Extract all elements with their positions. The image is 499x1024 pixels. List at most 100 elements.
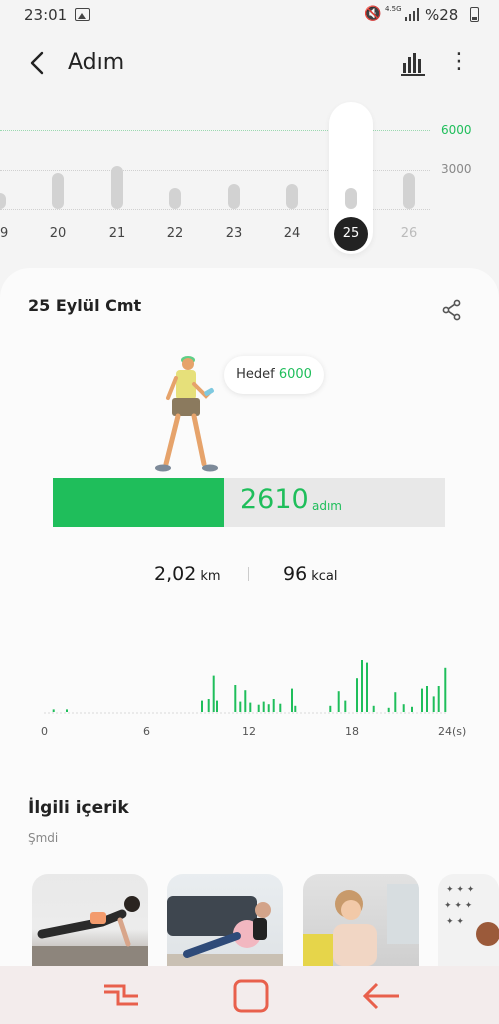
goal-value: 6000 — [278, 367, 312, 382]
hourly-bar — [294, 705, 297, 712]
calories: 96 kcal — [283, 563, 337, 585]
hourly-bar — [402, 704, 405, 712]
hour-tick-label: 12 — [242, 725, 256, 738]
goal-label: Hedef — [236, 367, 275, 382]
day-label-24[interactable]: 24 — [277, 226, 307, 241]
mute-icon: 🔇 — [364, 6, 382, 22]
exercise-ball-image — [167, 896, 283, 966]
plank-exercise-image — [32, 896, 148, 966]
hourly-steps-chart: 0 6 12 18 24(s) — [0, 648, 499, 748]
system-navigation-bar — [0, 966, 499, 1024]
day-bar-25[interactable] — [345, 187, 357, 209]
goal-axis-label: 6000 — [441, 123, 472, 137]
hourly-bar — [421, 688, 423, 712]
exercise-guide-image: ✦ ✦ ✦ ✦ ✦ ✦ ✦ ✦ — [444, 885, 499, 946]
hourly-bar — [234, 685, 237, 712]
day-bar-19[interactable] — [0, 193, 6, 209]
related-content-title: İlgili içerik — [28, 798, 129, 818]
day-label-21[interactable]: 21 — [102, 226, 132, 241]
distance-value: 2,02 — [154, 563, 197, 585]
svg-text:✦ ✦ ✦: ✦ ✦ ✦ — [444, 901, 473, 911]
weekly-steps-chart: 6000 3000 19 20 21 22 23 24 25 26 — [0, 96, 499, 260]
hourly-bar — [257, 704, 260, 712]
day-label-23[interactable]: 23 — [219, 226, 249, 241]
hourly-bar — [394, 692, 397, 712]
page-title: Adım — [68, 50, 125, 75]
more-vertical-icon: ⋮ — [448, 49, 470, 74]
statistics-button[interactable] — [400, 50, 426, 76]
chevron-left-icon — [30, 51, 44, 75]
hourly-bar — [239, 701, 242, 712]
related-thumbnail-ball[interactable] — [167, 874, 283, 966]
day-label-19[interactable]: 19 — [0, 226, 15, 241]
calories-value: 96 — [283, 563, 308, 585]
divider — [248, 567, 249, 581]
hourly-bar — [411, 706, 413, 712]
day-label-25[interactable]: 25 — [334, 217, 368, 251]
hourly-bar — [366, 662, 368, 712]
calories-unit: kcal — [311, 569, 338, 584]
day-bar-21[interactable] — [111, 165, 123, 209]
hourly-bar — [444, 667, 447, 712]
battery-percent: %28 — [425, 6, 459, 24]
walking-person-illustration — [155, 356, 218, 472]
network-type: 4.5G — [385, 5, 402, 13]
hourly-bar — [244, 690, 247, 712]
status-bar: 23:01 🔇 4.5G %28 — [0, 0, 499, 32]
goal-bubble: Hedef 6000 — [224, 356, 324, 394]
svg-text:✦ ✦ ✦: ✦ ✦ ✦ — [446, 885, 475, 895]
hour-tick-label: 24(s) — [438, 725, 467, 738]
distance-unit: km — [200, 569, 221, 584]
day-bar-24[interactable] — [286, 183, 298, 209]
related-thumbnail-stretch[interactable] — [303, 874, 419, 966]
selected-date: 25 Eylül Cmt — [28, 296, 142, 315]
hour-tick-label: 18 — [345, 725, 359, 738]
hourly-bar — [437, 686, 440, 712]
related-content-subtitle: Şmdi — [28, 831, 59, 845]
stretching-woman-image — [303, 884, 419, 966]
day-label-20[interactable]: 20 — [43, 226, 73, 241]
battery-icon — [470, 7, 479, 22]
arrow-left-icon — [362, 982, 399, 1010]
hourly-bar — [249, 702, 252, 712]
day-bar-23[interactable] — [228, 183, 240, 209]
recents-icon — [104, 984, 138, 1006]
hourly-bar — [207, 699, 210, 712]
related-thumbnail-4[interactable]: ✦ ✦ ✦ ✦ ✦ ✦ ✦ ✦ — [438, 874, 499, 966]
step-count: 2610 — [240, 484, 309, 515]
day-detail-card: 25 Eylül Cmt Hedef 6000 2610 adım 2,02 km… — [0, 268, 499, 1024]
back-button[interactable] — [22, 48, 52, 78]
hourly-bar — [267, 704, 270, 712]
distance: 2,02 km — [154, 563, 221, 585]
hourly-bar — [212, 675, 215, 712]
day-label-26[interactable]: 26 — [394, 226, 424, 241]
day-bar-22[interactable] — [169, 187, 181, 209]
hourly-bar — [344, 700, 347, 712]
step-unit: adım — [312, 499, 342, 513]
back-nav-button[interactable] — [361, 978, 401, 1014]
related-thumbnail-plank[interactable] — [32, 874, 148, 966]
svg-text:✦ ✦: ✦ ✦ — [446, 917, 464, 927]
hour-tick-label: 0 — [41, 725, 48, 738]
more-options-button[interactable]: ⋮ — [448, 48, 470, 78]
hourly-bar — [372, 705, 375, 712]
day-bar-26[interactable] — [403, 173, 415, 209]
signal-icon — [405, 7, 419, 21]
hourly-bar — [216, 700, 218, 712]
share-icon — [442, 299, 461, 321]
steps-progress-fill — [53, 478, 224, 527]
hourly-bar — [52, 709, 55, 712]
recent-apps-button[interactable] — [102, 978, 142, 1014]
hourly-bar — [329, 705, 332, 712]
hourly-bar — [66, 709, 68, 712]
hourly-chart-plot — [44, 660, 448, 714]
share-button[interactable] — [440, 298, 464, 322]
hourly-bar — [272, 699, 275, 712]
hourly-bar — [356, 678, 358, 712]
hourly-bar — [279, 703, 282, 712]
hourly-bar — [291, 688, 293, 712]
day-bar-20[interactable] — [52, 173, 64, 209]
hourly-bar — [361, 660, 363, 712]
home-button[interactable] — [231, 978, 271, 1014]
day-label-22[interactable]: 22 — [160, 226, 190, 241]
